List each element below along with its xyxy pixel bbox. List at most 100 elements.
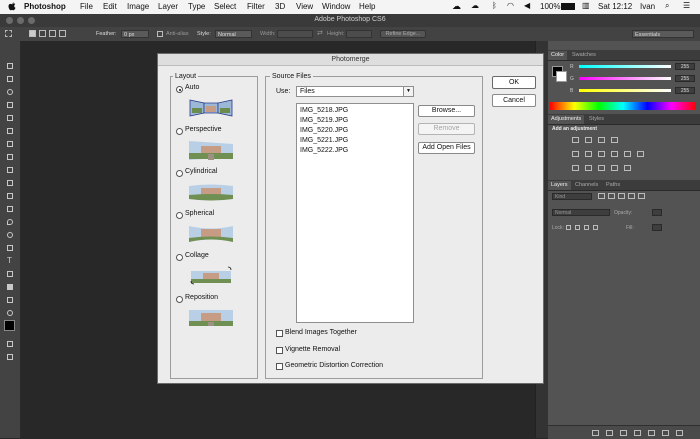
vignette-removal-label[interactable]: Vignette Removal (285, 346, 340, 353)
menu-image[interactable]: Image (127, 2, 149, 11)
workspace-select[interactable]: Essentials (632, 30, 694, 38)
zoom-tool-icon[interactable] (5, 308, 15, 318)
tab-styles[interactable]: Styles (586, 115, 607, 124)
filter-pixel-icon[interactable] (598, 193, 605, 199)
add-selection-icon[interactable] (39, 30, 46, 37)
move-tool-icon[interactable] (5, 61, 15, 71)
bluetooth-icon[interactable]: ᛒ (492, 1, 497, 10)
filter-adjustment-icon[interactable] (608, 193, 615, 199)
marquee-tool-icon[interactable] (5, 74, 15, 84)
layout-radio-reposition[interactable] (176, 296, 183, 303)
blend-images-checkbox[interactable] (276, 330, 283, 337)
crop-tool-icon[interactable] (5, 113, 15, 123)
layer-mask-icon[interactable] (620, 430, 627, 436)
layout-label-perspective[interactable]: Perspective (185, 126, 222, 133)
hue-saturation-icon[interactable] (585, 151, 592, 157)
brush-tool-icon[interactable] (5, 152, 15, 162)
new-selection-icon[interactable] (29, 30, 36, 37)
keyboard-flag-icon[interactable]: ▥ (582, 1, 590, 10)
filter-smart-object-icon[interactable] (638, 193, 645, 199)
battery-icon[interactable] (561, 3, 575, 10)
file-list-item[interactable]: IMG_5220.JPG (300, 127, 348, 134)
brightness-contrast-icon[interactable] (572, 137, 579, 143)
new-adjustment-layer-icon[interactable] (634, 430, 641, 436)
tab-swatches[interactable]: Swatches (569, 51, 599, 60)
menu-3d[interactable]: 3D (275, 2, 285, 11)
swap-dimensions-icon[interactable]: ⇄ (317, 30, 324, 37)
refine-edge-button[interactable]: Refine Edge... (380, 30, 426, 38)
intersect-selection-icon[interactable] (59, 30, 66, 37)
cloud-icon[interactable]: ☁ (471, 1, 479, 10)
tab-paths[interactable]: Paths (603, 181, 623, 190)
black-white-icon[interactable] (611, 151, 618, 157)
filter-shape-icon[interactable] (628, 193, 635, 199)
fill-input[interactable] (652, 224, 662, 231)
cancel-button[interactable]: Cancel (492, 94, 536, 107)
quick-mask-icon[interactable] (5, 339, 15, 349)
invert-icon[interactable] (572, 165, 579, 171)
screen-mode-icon[interactable] (5, 352, 15, 362)
menu-layer[interactable]: Layer (158, 2, 178, 11)
eraser-tool-icon[interactable] (5, 191, 15, 201)
lasso-tool-icon[interactable] (5, 87, 15, 97)
green-value[interactable]: 255 (675, 75, 695, 82)
type-tool-icon[interactable]: T (5, 256, 15, 266)
menu-filter[interactable]: Filter (247, 2, 265, 11)
tab-color[interactable]: Color (548, 51, 568, 60)
vibrance-icon[interactable] (572, 151, 579, 157)
layer-filter-kind-select[interactable]: Kind (552, 193, 592, 200)
gradient-tool-icon[interactable] (5, 204, 15, 214)
volume-icon[interactable]: ◀ (524, 1, 530, 10)
selective-color-icon[interactable] (624, 165, 631, 171)
layout-radio-cylindrical[interactable] (176, 170, 183, 177)
vignette-removal-checkbox[interactable] (276, 347, 283, 354)
tab-channels[interactable]: Channels (572, 181, 601, 190)
app-menu-photoshop[interactable]: Photoshop (24, 2, 66, 11)
browse-button[interactable]: Browse... (418, 105, 475, 117)
remove-button[interactable]: Remove (418, 123, 475, 135)
apple-icon[interactable] (8, 1, 16, 11)
blue-slider[interactable] (579, 89, 671, 92)
levels-icon[interactable] (585, 137, 592, 143)
eyedropper-tool-icon[interactable] (5, 126, 15, 136)
color-background-swatch[interactable] (556, 71, 567, 82)
style-select[interactable]: Normal (215, 30, 252, 38)
layout-radio-auto[interactable] (176, 86, 183, 93)
menu-help[interactable]: Help (359, 2, 375, 11)
rectangle-tool-icon[interactable] (5, 282, 15, 292)
feather-input[interactable]: 0 px (121, 30, 149, 38)
path-selection-tool-icon[interactable] (5, 269, 15, 279)
notification-center-icon[interactable]: ☰ (683, 1, 690, 10)
quick-selection-tool-icon[interactable] (5, 100, 15, 110)
menu-view[interactable]: View (296, 2, 313, 11)
menu-select[interactable]: Select (214, 2, 236, 11)
file-list[interactable]: IMG_5218.JPG IMG_5219.JPG IMG_5220.JPG I… (296, 103, 414, 323)
menu-edit[interactable]: Edit (103, 2, 117, 11)
color-spectrum-ramp[interactable] (550, 102, 696, 110)
foreground-color-swatch[interactable] (4, 320, 15, 331)
gradient-map-icon[interactable] (611, 165, 618, 171)
lock-image-icon[interactable] (575, 225, 580, 230)
clone-stamp-tool-icon[interactable] (5, 165, 15, 175)
posterize-icon[interactable] (585, 165, 592, 171)
user-name[interactable]: Ivan (640, 2, 655, 11)
lock-transparent-icon[interactable] (566, 225, 571, 230)
tab-layers[interactable]: Layers (548, 181, 571, 190)
creative-cloud-icon[interactable]: ☁ (452, 1, 461, 12)
file-list-item[interactable]: IMG_5222.JPG (300, 147, 348, 154)
red-value[interactable]: 255 (675, 63, 695, 70)
height-input[interactable] (346, 30, 372, 38)
marquee-preset-icon[interactable] (5, 30, 12, 37)
pen-tool-icon[interactable] (5, 243, 15, 253)
dodge-tool-icon[interactable] (5, 230, 15, 240)
new-group-icon[interactable] (648, 430, 655, 436)
layout-label-reposition[interactable]: Reposition (185, 294, 218, 301)
hand-tool-icon[interactable] (5, 295, 15, 305)
layout-label-collage[interactable]: Collage (185, 252, 209, 259)
layout-radio-spherical[interactable] (176, 212, 183, 219)
color-balance-icon[interactable] (598, 151, 605, 157)
antialias-checkbox[interactable] (157, 31, 163, 37)
blend-mode-select[interactable]: Normal (552, 209, 610, 216)
file-list-item[interactable]: IMG_5221.JPG (300, 137, 348, 144)
curves-icon[interactable] (598, 137, 605, 143)
